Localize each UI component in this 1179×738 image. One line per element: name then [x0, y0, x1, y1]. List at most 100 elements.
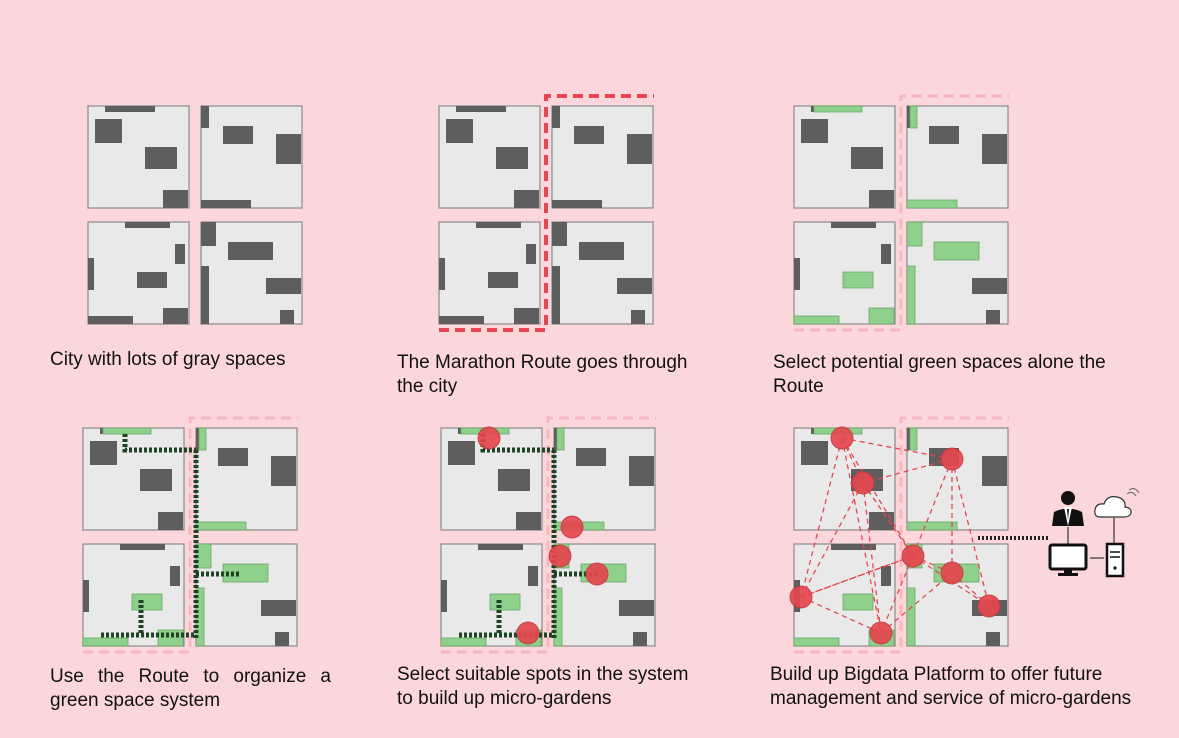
panel-bigdata	[789, 416, 1140, 654]
green-space	[906, 521, 958, 531]
micro-garden-node	[901, 544, 925, 568]
gray-building	[228, 242, 273, 260]
gray-building	[881, 244, 891, 264]
micro-garden-node	[851, 471, 875, 495]
panel-micro-gardens	[440, 416, 656, 654]
gray-building	[633, 632, 647, 646]
gray-building	[88, 258, 94, 290]
gray-building	[552, 200, 602, 208]
user-head	[1061, 491, 1075, 505]
panel-green-system	[82, 416, 298, 654]
panel-gray-city	[87, 105, 303, 325]
gray-building	[552, 266, 560, 324]
gray-building	[929, 126, 959, 144]
green-space	[868, 307, 895, 325]
micro-garden-node	[940, 447, 964, 471]
green-space	[909, 105, 918, 129]
green-space	[82, 637, 129, 647]
gray-building	[617, 278, 652, 294]
micro-garden-node	[516, 621, 540, 645]
gray-building	[175, 244, 185, 264]
monitor-base	[1058, 573, 1078, 576]
gray-building	[120, 544, 165, 550]
gray-building	[201, 266, 209, 324]
gray-building	[137, 272, 167, 288]
green-space	[906, 587, 916, 647]
gray-building	[851, 147, 883, 169]
panel-potential-green	[793, 94, 1009, 332]
server-tower-icon	[1105, 542, 1125, 578]
gray-building	[448, 441, 475, 465]
gray-building	[514, 308, 539, 324]
bigdata-platform	[1048, 488, 1140, 578]
caption-green-system: Use the Route to organize a green space …	[50, 666, 331, 711]
gray-building	[528, 566, 538, 586]
gray-building	[972, 278, 1007, 294]
micro-garden-node	[548, 544, 572, 568]
gray-building	[526, 244, 536, 264]
gray-building	[986, 310, 1000, 324]
gray-building	[552, 222, 567, 246]
monitor-neck	[1064, 569, 1072, 573]
gray-building	[496, 147, 528, 169]
gray-building	[170, 566, 180, 586]
cloud-icon	[1094, 488, 1140, 518]
gray-building	[163, 308, 188, 324]
green-space	[906, 265, 916, 325]
gray-building	[275, 632, 289, 646]
micro-garden-node	[789, 585, 813, 609]
gray-building	[201, 200, 251, 208]
green-space	[906, 199, 958, 209]
gray-building	[631, 310, 645, 324]
gray-building	[619, 600, 654, 616]
green-space	[489, 593, 521, 611]
gray-building	[831, 544, 876, 550]
caption-marathon-route: The Marathon Route goes through the city	[397, 352, 688, 397]
gray-building	[456, 106, 506, 112]
green-space	[842, 271, 874, 289]
gray-building	[88, 316, 133, 324]
gray-building	[478, 544, 523, 550]
gray-building	[552, 106, 560, 128]
micro-garden-node	[560, 515, 584, 539]
gray-building	[266, 278, 301, 294]
gray-building	[145, 147, 177, 169]
gray-building	[280, 310, 294, 324]
gray-building	[476, 222, 521, 228]
green-space	[222, 563, 269, 583]
green-space	[906, 221, 923, 247]
gray-building	[83, 580, 89, 612]
gray-building	[794, 258, 800, 290]
gray-building	[446, 119, 473, 143]
micro-garden-node	[940, 561, 964, 585]
caption-micro-gardens: Select suitable spots in the system to b…	[397, 664, 689, 709]
green-space	[813, 105, 863, 113]
green-space	[793, 637, 840, 647]
gray-building	[218, 448, 248, 466]
gray-building	[986, 632, 1000, 646]
cloud-shape	[1094, 496, 1132, 518]
gray-building	[439, 316, 484, 324]
gray-building	[90, 441, 117, 465]
gray-building	[201, 106, 209, 128]
gray-building	[439, 258, 445, 290]
green-space	[102, 427, 152, 435]
monitor-icon	[1048, 543, 1088, 576]
city-block	[551, 221, 654, 325]
micro-garden-node	[477, 426, 501, 450]
gray-building	[158, 512, 183, 530]
gray-building	[627, 134, 652, 164]
green-space	[195, 521, 247, 531]
micro-garden-node	[869, 621, 893, 645]
micro-garden-node	[830, 426, 854, 450]
gray-building	[140, 469, 172, 491]
green-space	[842, 593, 874, 611]
tower-button	[1113, 566, 1117, 570]
gray-building	[271, 456, 296, 486]
caption-gray-city: City with lots of gray spaces	[50, 349, 286, 370]
gray-building	[831, 222, 876, 228]
gray-building	[801, 441, 828, 465]
diagram-page: { "panels": [ { "id": "gray-city", "capt…	[0, 0, 1179, 738]
micro-garden-node	[585, 562, 609, 586]
gray-building	[869, 190, 894, 208]
